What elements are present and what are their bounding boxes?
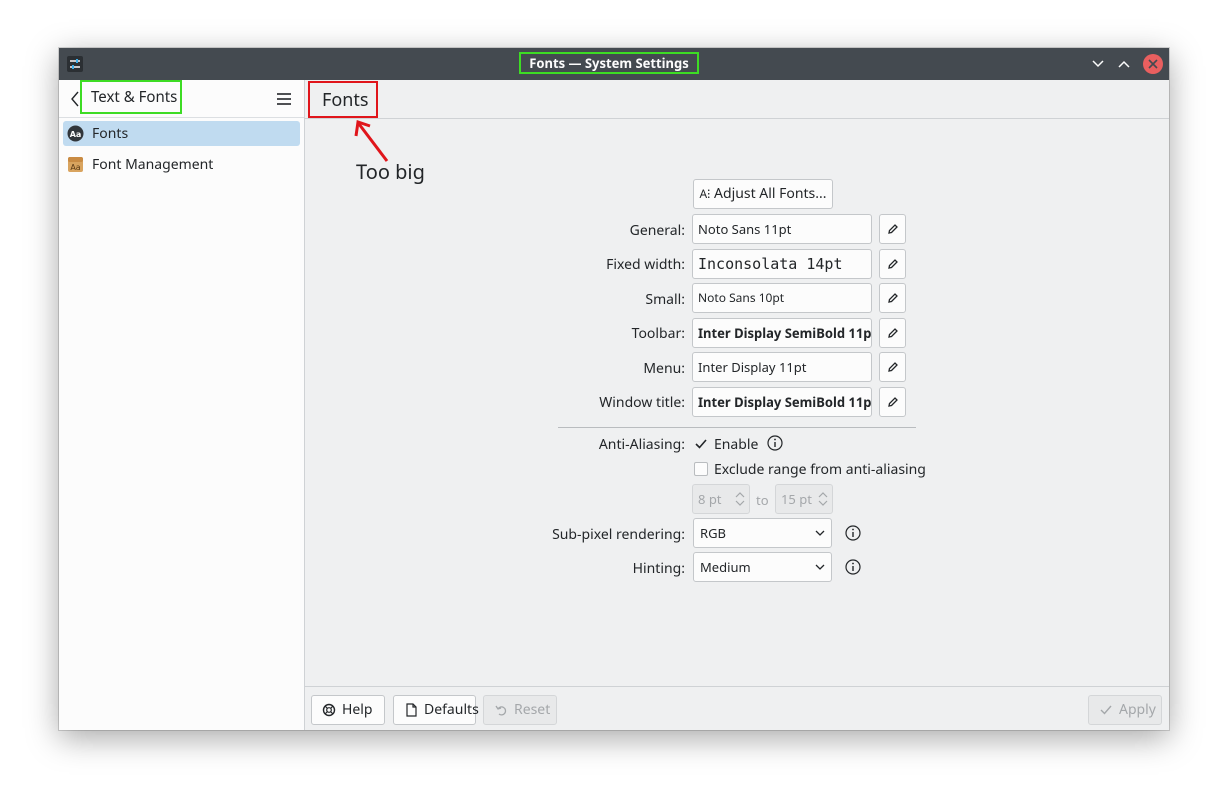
window-title: Fonts — System Settings	[519, 52, 699, 74]
general-label: General:	[629, 221, 685, 240]
help-button[interactable]: Help	[311, 695, 385, 725]
chevron-up-icon	[1118, 60, 1130, 68]
close-button[interactable]	[1143, 54, 1163, 74]
info-icon[interactable]	[845, 525, 861, 541]
footer-bar: Help Defaults Reset Apply	[305, 686, 1169, 730]
exclude-range-checkbox[interactable]	[694, 462, 708, 476]
window-title-edit-button[interactable]	[879, 387, 906, 417]
titlebar: Fonts — System Settings	[59, 48, 1169, 80]
hinting-combobox[interactable]: Medium	[693, 552, 832, 582]
menu-font-field: Inter Display 11pt	[692, 352, 872, 382]
general-edit-button[interactable]	[879, 214, 906, 244]
pencil-icon	[888, 293, 898, 303]
help-label: Help	[342, 700, 373, 719]
apply-label: Apply	[1119, 700, 1156, 719]
range-from-spinbox[interactable]: 8 pt	[692, 484, 750, 514]
chevron-down-icon	[815, 564, 825, 570]
info-icon[interactable]	[767, 435, 783, 451]
range-to-value: 15 pt	[781, 490, 812, 508]
close-icon	[1148, 59, 1158, 69]
content-pane: Fonts Too big A⁝ Adjust All Fonts... Gen…	[305, 80, 1169, 730]
checkmark-icon	[695, 439, 707, 449]
subpixel-label: Sub-pixel rendering:	[552, 525, 685, 544]
fixed-width-label: Fixed width:	[606, 255, 685, 274]
exclude-range-label: Exclude range from anti-aliasing	[714, 460, 926, 479]
antialiasing-enable-checkbox[interactable]	[694, 437, 708, 451]
menu-edit-button[interactable]	[879, 352, 906, 382]
maximize-button[interactable]	[1114, 54, 1134, 74]
hinting-label: Hinting:	[632, 559, 685, 578]
reset-button[interactable]: Reset	[483, 695, 557, 725]
small-label: Small:	[645, 290, 685, 309]
document-icon	[406, 703, 417, 717]
antialiasing-label: Anti-Aliasing:	[598, 435, 685, 454]
info-icon[interactable]	[845, 559, 861, 575]
sidebar: Text & Fonts Aa Fonts Aa Font Management	[59, 80, 305, 730]
window-title-font-field: Inter Display SemiBold 11pt	[692, 387, 872, 417]
fonts-icon: Aa	[67, 125, 84, 142]
toolbar-label: Toolbar:	[631, 324, 685, 343]
defaults-label: Defaults	[424, 700, 479, 719]
page-title: Fonts	[308, 81, 378, 118]
svg-text:Aa: Aa	[70, 163, 80, 172]
sidebar-header: Text & Fonts	[59, 80, 304, 118]
separator	[558, 427, 916, 428]
range-to-spinbox[interactable]: 15 pt	[775, 484, 833, 514]
fixed-width-font-field: Inconsolata 14pt	[692, 249, 872, 279]
svg-text:Aa: Aa	[70, 130, 82, 139]
subpixel-value: RGB	[700, 524, 727, 542]
pencil-icon	[888, 259, 898, 269]
hinting-value: Medium	[700, 558, 751, 576]
adjust-all-fonts-button[interactable]: A⁝ Adjust All Fonts...	[693, 179, 833, 209]
adjust-fonts-icon: A⁝	[699, 185, 711, 202]
range-from-value: 8 pt	[698, 490, 722, 508]
hamburger-menu-icon[interactable]	[276, 92, 292, 106]
sidebar-item-label: Fonts	[92, 124, 129, 143]
spin-arrows-icon	[818, 492, 828, 506]
sidebar-item-fonts[interactable]: Aa Fonts	[63, 121, 300, 146]
system-settings-icon	[67, 56, 83, 72]
font-management-icon: Aa	[68, 157, 83, 172]
defaults-button[interactable]: Defaults	[393, 695, 479, 725]
small-font-field: Noto Sans 10pt	[692, 283, 872, 313]
pencil-icon	[888, 362, 898, 372]
toolbar-edit-button[interactable]	[879, 318, 906, 348]
pencil-icon	[888, 224, 898, 234]
minimize-button[interactable]	[1088, 54, 1108, 74]
chevron-down-icon	[815, 530, 825, 536]
sidebar-item-label: Font Management	[92, 155, 214, 174]
antialiasing-enable-label: Enable	[714, 435, 759, 454]
annotation-text: Too big	[356, 158, 425, 185]
apply-button[interactable]: Apply	[1088, 695, 1162, 725]
content-header: Fonts	[305, 80, 1169, 119]
settings-window: Fonts — System Settings Text & Fonts Aa …	[59, 48, 1169, 730]
window-title-label: Window title:	[599, 393, 685, 412]
subpixel-combobox[interactable]: RGB	[693, 518, 832, 548]
small-edit-button[interactable]	[879, 283, 906, 313]
chevron-down-icon	[1092, 60, 1104, 68]
toolbar-font-field: Inter Display SemiBold 11pt	[692, 318, 872, 348]
fixed-width-edit-button[interactable]	[879, 249, 906, 279]
checkmark-icon	[1100, 705, 1112, 715]
spin-arrows-icon	[735, 492, 745, 506]
menu-label: Menu:	[643, 359, 685, 378]
adjust-all-fonts-label: Adjust All Fonts...	[714, 184, 827, 203]
pencil-icon	[888, 328, 898, 338]
undo-icon	[495, 705, 507, 716]
range-to-label: to	[756, 491, 769, 509]
help-icon	[322, 703, 336, 717]
reset-label: Reset	[514, 700, 551, 719]
sidebar-item-font-management[interactable]: Aa Font Management	[63, 152, 300, 177]
general-font-field: Noto Sans 11pt	[692, 214, 872, 244]
pencil-icon	[888, 397, 898, 407]
sidebar-title: Text & Fonts	[80, 80, 182, 114]
